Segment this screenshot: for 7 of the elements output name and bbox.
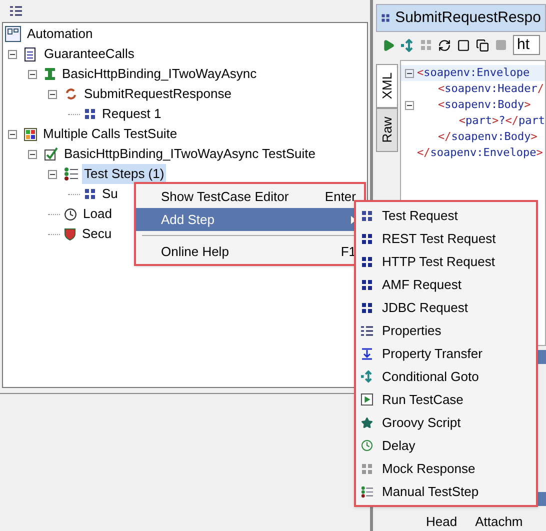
code-line: </soapenv:Envelope> — [417, 144, 543, 161]
code-line: <part>?</part — [458, 112, 545, 129]
code-line: <soapenv:Envelope — [417, 64, 530, 81]
code-line: <soapenv:Body> — [438, 96, 531, 113]
code-line: <soapenv:Header/ — [438, 80, 544, 97]
editor-title: SubmitRequestRespo — [395, 8, 541, 28]
code-line: </soapenv:Body> — [438, 128, 538, 145]
